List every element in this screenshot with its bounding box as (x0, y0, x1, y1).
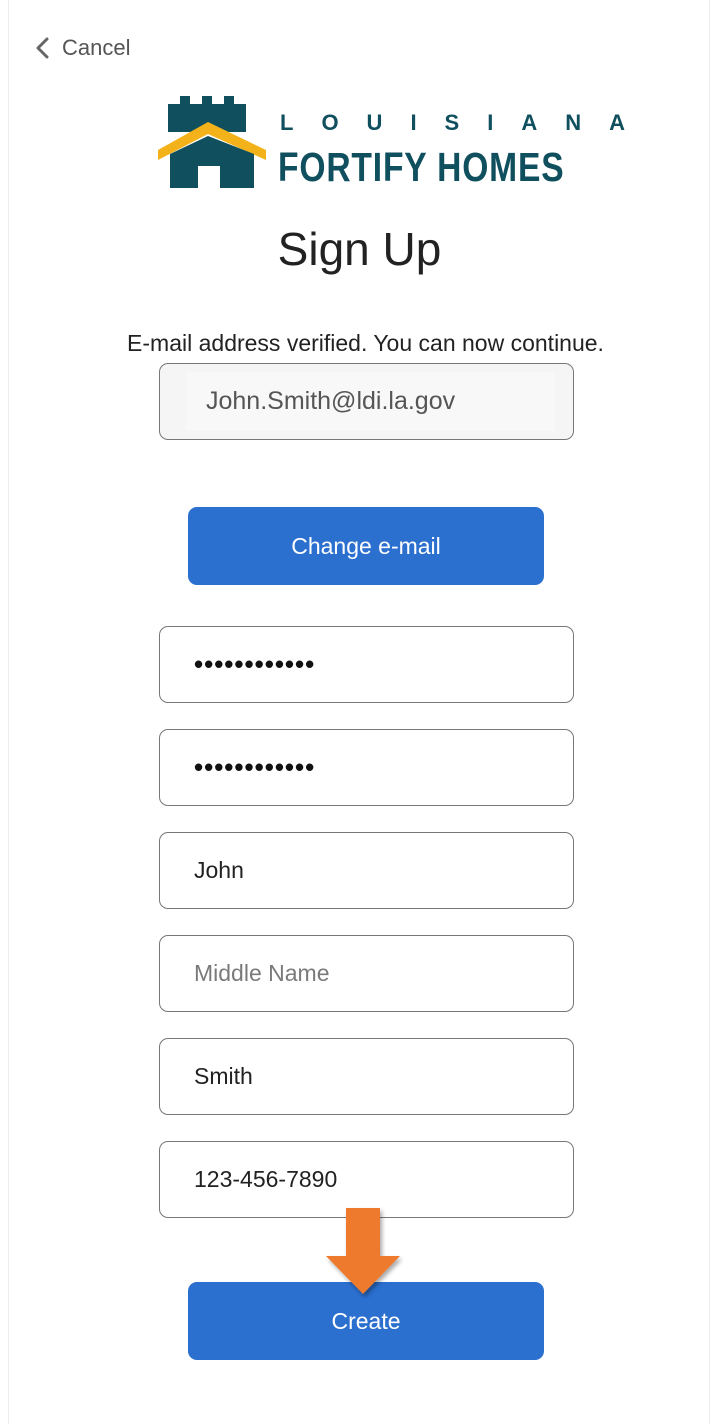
logo-line-fortify-homes: FORTIFY HOMES (278, 144, 565, 190)
phone-input[interactable] (160, 1166, 573, 1193)
password-field[interactable]: •••••••••••• (159, 626, 574, 703)
cancel-link[interactable]: Cancel (34, 32, 130, 64)
louisiana-fortify-homes-logo: LOUISIANA FORTIFY HOMES (158, 92, 625, 192)
first-name-input[interactable] (160, 857, 573, 884)
last-name-input[interactable] (160, 1063, 573, 1090)
middle-name-input[interactable] (160, 960, 573, 987)
middle-name-field[interactable] (159, 935, 574, 1012)
logo-line-louisiana: LOUISIANA (280, 110, 653, 135)
verification-status-message: E-mail address verified. You can now con… (127, 330, 604, 356)
cancel-label: Cancel (62, 35, 131, 60)
password-mask: •••••••••••• (194, 649, 316, 679)
chevron-left-icon (36, 37, 49, 59)
confirm-password-field[interactable]: •••••••••••• (159, 729, 574, 806)
house-logo-icon (158, 96, 266, 188)
first-name-field[interactable] (159, 832, 574, 909)
confirm-password-mask: •••••••••••• (194, 752, 316, 782)
email-value: John.Smith@ldi.la.gov (206, 387, 456, 415)
page-title: Sign Up (277, 223, 442, 275)
orange-down-arrow-icon (326, 1208, 400, 1294)
change-email-button[interactable]: Change e-mail (188, 507, 544, 585)
last-name-field[interactable] (159, 1038, 574, 1115)
email-field[interactable]: John.Smith@ldi.la.gov (159, 363, 574, 440)
